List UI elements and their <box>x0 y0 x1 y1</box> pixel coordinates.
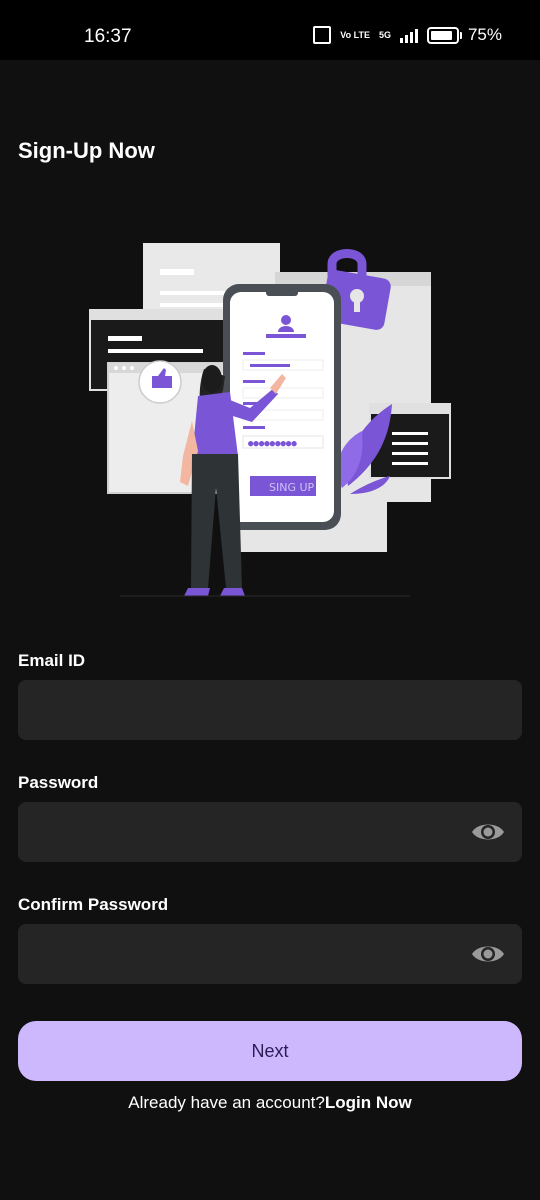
password-field[interactable] <box>18 802 522 862</box>
status-bar: 16:37 Vo LTE 5G 75% <box>0 0 540 60</box>
confirm-password-label: Confirm Password <box>18 895 169 914</box>
password-label: Password <box>18 773 99 792</box>
page-title: Sign-Up Now <box>18 138 155 163</box>
signup-illustration: ●●●●●●●●● SING UP <box>89 243 451 597</box>
password-input[interactable] <box>18 802 490 862</box>
login-prompt-line: Already have an account?Login Now <box>0 1093 540 1113</box>
user-icon <box>281 315 291 325</box>
status-icons: Vo LTE 5G 75% <box>313 25 502 45</box>
battery-percent: 75% <box>467 25 502 44</box>
email-field[interactable] <box>18 680 522 740</box>
next-button[interactable]: Next <box>18 1021 522 1081</box>
email-input[interactable] <box>18 680 490 740</box>
confirm-password-field[interactable] <box>18 924 522 984</box>
status-time: 16:37 <box>84 26 132 47</box>
signal-icon <box>399 28 418 43</box>
illustration-signup-text: SING UP <box>269 481 315 494</box>
login-prompt-text: Already have an account? <box>128 1093 325 1112</box>
eye-icon[interactable] <box>470 942 506 966</box>
login-now-link[interactable]: Login Now <box>325 1093 412 1112</box>
person-pants <box>191 454 242 588</box>
email-label: Email ID <box>18 651 86 670</box>
battery-icon <box>426 26 462 44</box>
confirm-password-input[interactable] <box>18 924 490 984</box>
vibrate-icon <box>313 26 332 44</box>
network-type-icon: 5G <box>378 30 391 40</box>
eye-icon[interactable] <box>470 820 506 844</box>
volte-icon: Vo LTE <box>340 29 370 40</box>
svg-text:●●●●●●●●●: ●●●●●●●●● <box>248 439 297 449</box>
